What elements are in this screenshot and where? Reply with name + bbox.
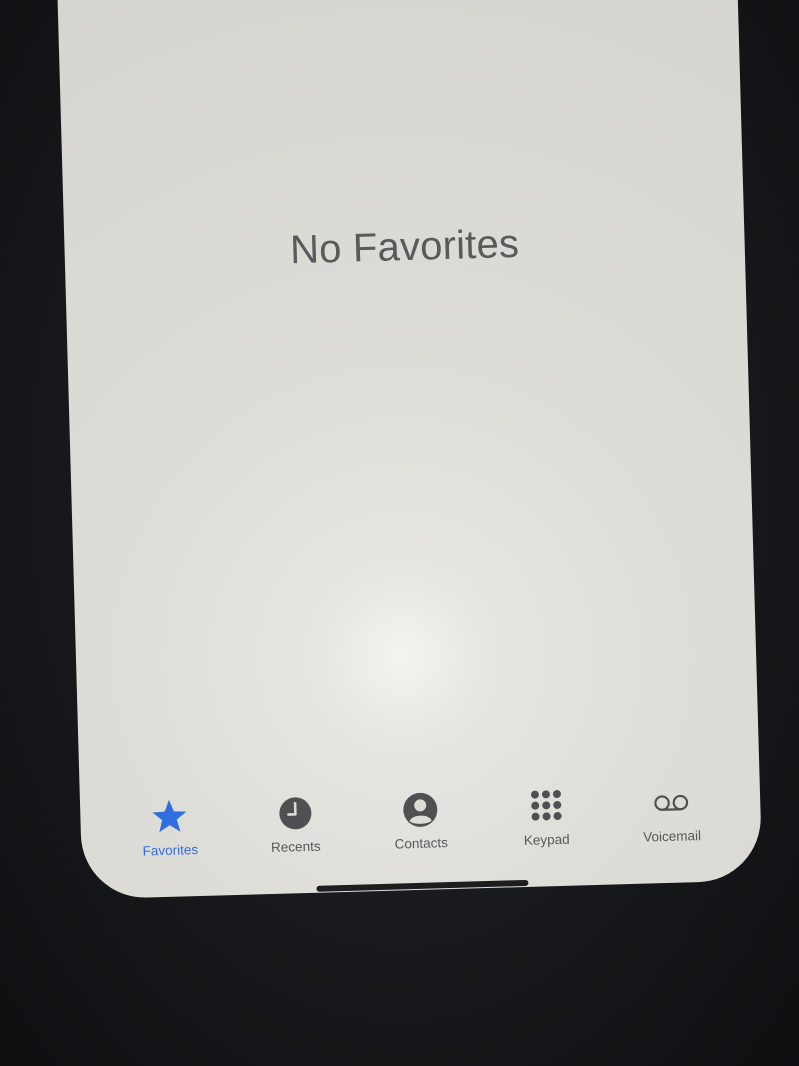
tab-keypad-label: Keypad: [523, 831, 570, 848]
tab-recents-label: Recents: [270, 838, 321, 856]
voicemail-icon: [651, 782, 692, 823]
tab-contacts[interactable]: Contacts: [361, 788, 481, 871]
tab-favorites[interactable]: Favorites: [110, 795, 230, 878]
tab-recents[interactable]: Recents: [235, 792, 355, 875]
person-icon: [400, 789, 441, 830]
empty-state-title: No Favorites: [289, 221, 520, 273]
keypad-icon: [525, 786, 566, 827]
phone-screen-wrapper: No Favorites Favorites Recents Contacts …: [57, 0, 763, 900]
tab-voicemail-label: Voicemail: [643, 828, 702, 845]
tab-voicemail[interactable]: Voicemail: [612, 781, 732, 864]
tab-bar: Favorites Recents Contacts Keypad Voicem…: [110, 781, 732, 878]
phone-screen: No Favorites Favorites Recents Contacts …: [57, 0, 763, 900]
tab-keypad[interactable]: Keypad: [486, 785, 606, 868]
clock-icon: [274, 793, 315, 834]
tab-contacts-label: Contacts: [394, 835, 449, 852]
star-icon: [149, 796, 190, 837]
tab-favorites-label: Favorites: [142, 842, 199, 859]
